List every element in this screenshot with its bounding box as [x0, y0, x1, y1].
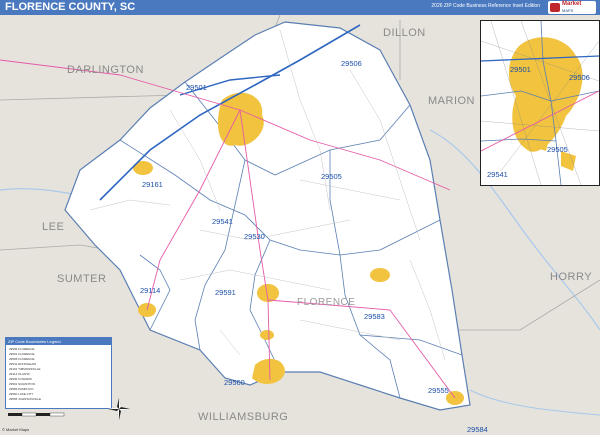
zip-label: 29501 — [186, 83, 207, 92]
zip-label: 29584 — [467, 425, 488, 434]
county-label-sumter: SUMTER — [57, 273, 107, 285]
copyright: © Market Maps — [2, 427, 30, 432]
legend-row: 29501 FLORENCE — [9, 352, 35, 356]
logo-line2: MAPS — [562, 8, 574, 13]
legend-row: 29505 FLORENCE — [9, 357, 35, 361]
legend-row: 29555 JOHNSONVILLE — [9, 397, 42, 401]
title-bar: FLORENCE COUNTY, SC 2026 ZIP Code Busine… — [0, 0, 600, 15]
legend-row: 29541 EFFINGHAM — [9, 362, 36, 366]
zip-label: 29560 — [224, 378, 245, 387]
zip-label: 29555 — [428, 386, 449, 395]
county-label-marion: MARION — [428, 95, 475, 107]
legend-row: 29506 FLORENCE — [9, 347, 35, 351]
inset-zip-label: 29541 — [487, 170, 508, 179]
inset-zip-label: 29505 — [547, 145, 568, 154]
legend-row: 29591 SCRANTON — [9, 382, 35, 386]
inset-map-svg — [481, 21, 599, 185]
urban-pamplico — [370, 268, 390, 282]
logo-icon — [550, 3, 560, 12]
inset-zip-label: 29506 — [569, 73, 590, 82]
zip-label: 29506 — [341, 59, 362, 68]
legend-row: 29583 PAMPLICO — [9, 387, 34, 391]
zip-label: 29161 — [142, 180, 163, 189]
map-frame: FLORENCE COUNTY, SC 2026 ZIP Code Busine… — [0, 0, 600, 435]
map-subtitle: 2026 ZIP Code Business Reference Inset E… — [431, 3, 540, 9]
zip-label: 29583 — [364, 312, 385, 321]
zip-label: 29505 — [321, 172, 342, 181]
logo: Market MAPS — [548, 1, 596, 14]
legend-row: 29560 LAKE CITY — [9, 392, 34, 396]
legend-row: 29114 OLANTA — [9, 372, 30, 376]
scale-bar — [8, 412, 65, 417]
county-label-lee: LEE — [42, 221, 65, 233]
legend-title: ZIP Code Boundaries Legend — [6, 338, 111, 345]
legend-row: 29530 COWARD — [9, 377, 32, 381]
legend-row: 29161 TIMMONSVILLE — [9, 367, 41, 371]
logo-line1: Market — [562, 1, 582, 7]
zip-label: 29114 — [140, 286, 161, 295]
inset-map[interactable]: 29501 29506 29505 29541 — [480, 20, 600, 186]
compass-rose-icon — [108, 398, 130, 420]
inset-zip-label: 29501 — [510, 65, 531, 74]
county-label-florence: FLORENCE — [297, 297, 356, 308]
urban-scranton — [260, 330, 274, 340]
county-label-dillon: DILLON — [383, 27, 426, 39]
zip-label: 29541 — [212, 217, 233, 226]
county-label-williamsburg: WILLIAMSBURG — [198, 411, 289, 423]
zip-label: 29530 — [244, 232, 265, 241]
county-label-darlington: DARLINGTON — [67, 64, 144, 76]
zip-label: 29591 — [215, 288, 236, 297]
map-title: FLORENCE COUNTY, SC — [5, 1, 136, 13]
county-label-horry: HORRY — [550, 271, 593, 283]
legend: ZIP Code Boundaries Legend 29506 FLORENC… — [5, 337, 112, 409]
